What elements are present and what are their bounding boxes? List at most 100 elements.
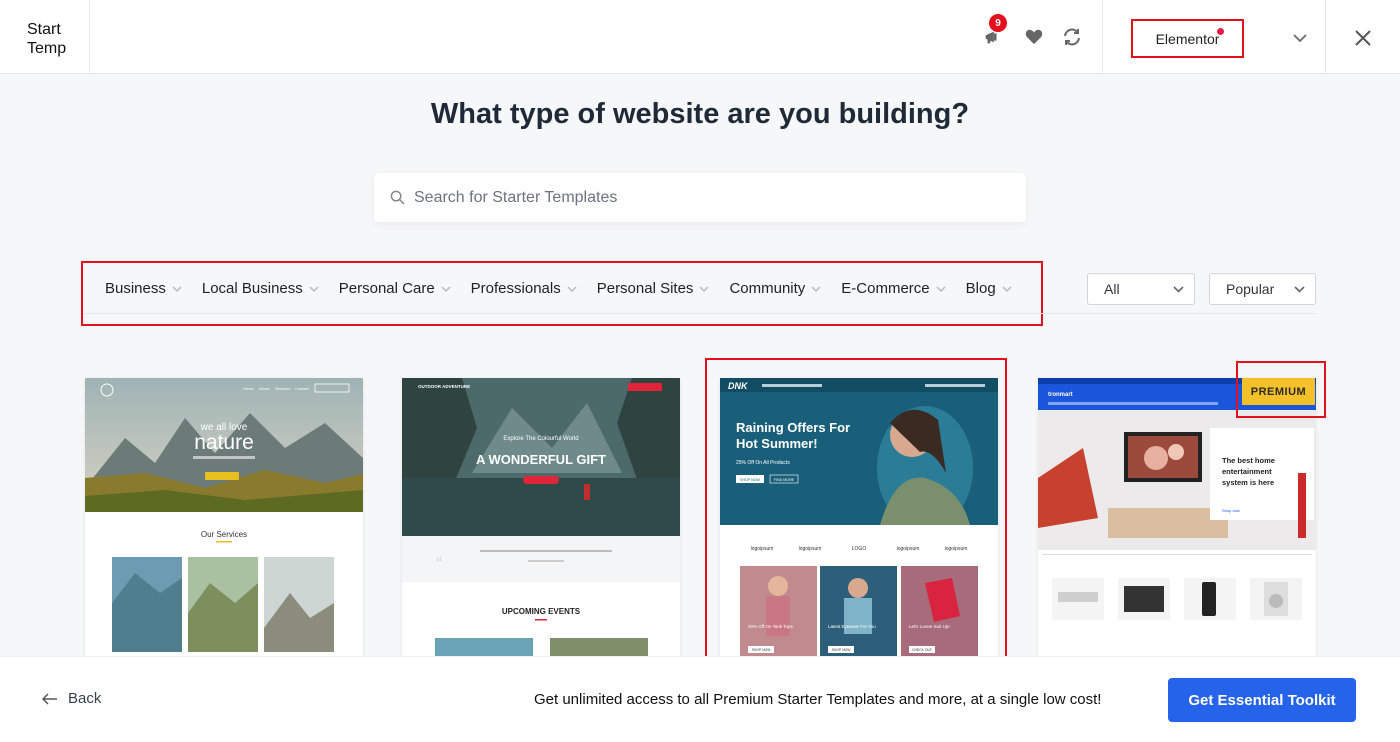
template-card-tronmart[interactable]: tronmart The best home entertainment sys… — [1038, 378, 1316, 658]
section-title: Our Services — [201, 530, 247, 539]
chevron-down-icon — [172, 285, 182, 292]
nav-item: Home — [243, 386, 254, 391]
chevron-down-icon — [1002, 285, 1012, 292]
category-divider — [84, 313, 1316, 314]
nav-item: Services — [275, 386, 290, 391]
nav-item: About — [259, 386, 270, 391]
header-divider — [1102, 0, 1103, 74]
category-label: Personal Sites — [596, 280, 694, 297]
category-local-business[interactable]: Local Business — [202, 280, 319, 297]
brand-logo-text: DNK — [728, 381, 749, 391]
client-logo: LOGO — [852, 546, 867, 552]
category-professionals[interactable]: Professionals — [471, 280, 577, 297]
back-label: Back — [68, 690, 102, 707]
hero-button-label: SHOP NOW — [740, 478, 761, 482]
category-label: Blog — [965, 280, 996, 297]
template-card-nature[interactable]: Home About Services Contact we all love … — [85, 378, 363, 658]
category-label: Community — [729, 280, 806, 297]
top-bar: Start Temp 9 Elementor — [0, 0, 1400, 74]
header-divider — [1325, 0, 1326, 74]
category-label: Local Business — [201, 280, 303, 297]
template-card-dnk-shop[interactable]: DNK Raining Offers For Hot Summer! 25% O… — [720, 378, 998, 658]
notification-badge: 9 — [989, 14, 1007, 32]
chevron-down-icon — [1173, 285, 1184, 293]
search-bar — [374, 173, 1026, 222]
hero-small-text: Explore The Colourful World — [503, 436, 578, 442]
client-logo: logoipsum — [945, 546, 968, 552]
hero-title-line: The best home — [1222, 456, 1275, 465]
heart-icon — [1025, 29, 1043, 45]
hero-button-label: FIND MORE — [774, 478, 795, 482]
hero-title-line: system is here — [1222, 478, 1274, 487]
brand-logo-text: OUTDOOR ADVENTURE — [418, 384, 470, 389]
back-button[interactable]: Back — [42, 690, 101, 707]
hero-link: Shop now — [1222, 508, 1240, 513]
category-label: Business — [105, 280, 166, 297]
logo-line-1: Start — [27, 21, 61, 38]
product-label: Latest Eyewear For You — [828, 624, 876, 629]
product-button-label: CHECK OUT — [912, 648, 932, 652]
category-e-commerce[interactable]: E-Commerce — [841, 280, 946, 297]
chevron-down-icon — [1294, 285, 1305, 293]
page-builder-label: Elementor — [1155, 30, 1220, 47]
hero-title: A WONDERFUL GIFT — [476, 452, 606, 467]
close-button[interactable] — [1350, 25, 1376, 51]
type-filter-select[interactable]: All — [1087, 273, 1195, 305]
sort-select[interactable]: Popular — [1209, 273, 1316, 305]
nav-item: Contact — [295, 386, 310, 391]
bottom-bar: Back Get unlimited access to all Premium… — [0, 656, 1400, 742]
search-icon — [390, 190, 405, 205]
upgrade-promo-text: Get unlimited access to all Premium Star… — [534, 691, 1102, 708]
product-button-label: SHOP NOW — [832, 648, 852, 652]
app-logo[interactable]: Start Temp — [0, 0, 90, 74]
logo-line-2: Temp — [27, 40, 67, 57]
chevron-down-icon — [441, 285, 451, 292]
builder-status-dot — [1217, 28, 1224, 35]
category-business[interactable]: Business — [105, 280, 182, 297]
refresh-icon — [1064, 28, 1080, 46]
sync-button[interactable] — [1059, 24, 1085, 50]
type-filter-value: All — [1104, 281, 1120, 297]
category-personal-sites[interactable]: Personal Sites — [597, 280, 710, 297]
client-logo: logoipsum — [751, 546, 774, 552]
quote-mark: “ — [436, 554, 442, 574]
search-input[interactable] — [414, 188, 994, 207]
arrow-left-icon — [42, 692, 57, 705]
category-blog[interactable]: Blog — [966, 280, 1012, 297]
chevron-down-icon — [699, 285, 709, 292]
category-community[interactable]: Community — [729, 280, 821, 297]
hero-title-line-1: Raining Offers For — [736, 420, 850, 435]
chevron-down-icon — [1293, 33, 1307, 42]
chevron-down-icon — [811, 285, 821, 292]
category-personal-care[interactable]: Personal Care — [339, 280, 451, 297]
builder-dropdown-toggle[interactable] — [1289, 27, 1311, 49]
template-preview: OUTDOOR ADVENTURE Explore The Colourful … — [402, 378, 680, 658]
category-label: Professionals — [470, 280, 561, 297]
brand-logo-text: tronmart — [1048, 392, 1073, 398]
hero-title-line-2: Hot Summer! — [736, 436, 818, 451]
hero-subtitle: 25% Off On All Products — [736, 460, 790, 466]
chevron-down-icon — [567, 285, 577, 292]
favorites-button[interactable] — [1021, 24, 1047, 50]
category-label: Personal Care — [338, 280, 435, 297]
chevron-down-icon — [936, 285, 946, 292]
product-label: 20% Off On Tank Tops — [748, 624, 794, 629]
hero-title-line: entertainment — [1222, 467, 1272, 476]
product-button-label: SHOP NOW — [752, 648, 772, 652]
template-card-outdoor-adventure[interactable]: OUTDOOR ADVENTURE Explore The Colourful … — [402, 378, 680, 658]
client-logo: logoipsum — [799, 546, 822, 552]
client-logo: logoipsum — [897, 546, 920, 552]
sort-value: Popular — [1226, 281, 1275, 297]
page-builder-selector[interactable]: Elementor — [1131, 19, 1244, 58]
get-essential-toolkit-button[interactable]: Get Essential Toolkit — [1168, 678, 1356, 722]
page-title: What type of website are you building? — [430, 98, 970, 130]
close-icon — [1355, 30, 1371, 46]
template-preview: DNK Raining Offers For Hot Summer! 25% O… — [720, 378, 998, 658]
category-label: E-Commerce — [841, 280, 930, 297]
hero-title: nature — [194, 431, 254, 454]
template-preview: Home About Services Contact we all love … — [85, 378, 363, 658]
category-list: Business Local Business Personal Care Pr… — [105, 280, 1032, 297]
section-title: UPCOMING EVENTS — [502, 607, 581, 616]
template-preview: tronmart The best home entertainment sys… — [1038, 378, 1316, 658]
chevron-down-icon — [309, 285, 319, 292]
